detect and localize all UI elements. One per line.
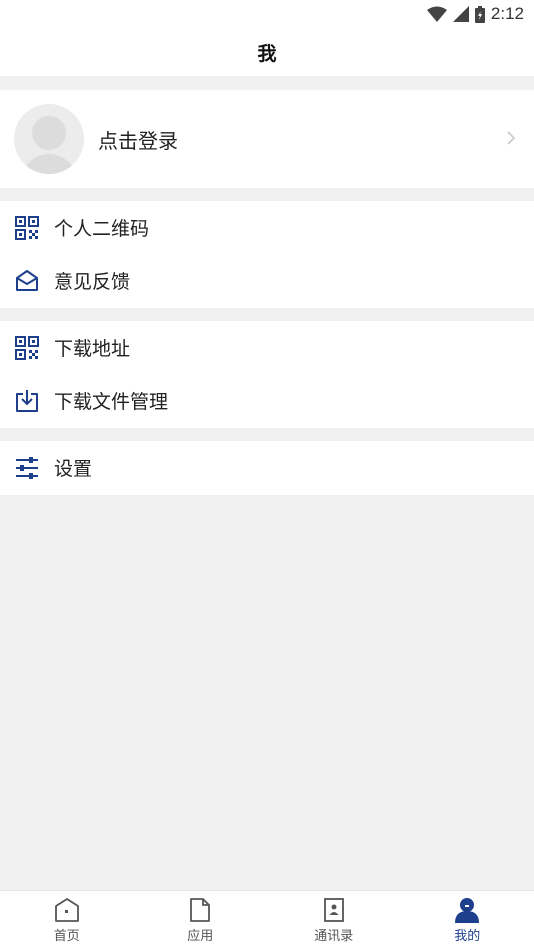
avatar: [14, 104, 84, 174]
tab-contacts[interactable]: 通讯录: [267, 891, 401, 950]
qr-code-icon: [14, 335, 40, 361]
sliders-icon: [14, 455, 40, 481]
tab-mine[interactable]: 我的: [401, 891, 534, 950]
tab-apps[interactable]: 应用: [134, 891, 268, 950]
home-icon: [54, 898, 79, 922]
chevron-right-icon: [507, 131, 516, 145]
menu-group-3: 设置: [0, 441, 534, 495]
menu-label: 设置: [54, 458, 93, 480]
tab-label: 我的: [454, 929, 481, 944]
status-time: 2:12: [490, 4, 524, 23]
menu-label: 下载地址: [54, 338, 131, 360]
tab-label: 通讯录: [314, 929, 354, 944]
menu-item-feedback[interactable]: 意见反馈: [0, 254, 534, 307]
battery-icon: [474, 5, 485, 23]
signal-icon: [452, 6, 469, 22]
menu-group-2: 下载地址 下载文件管理: [0, 321, 534, 428]
menu-label: 个人二维码: [54, 218, 150, 240]
envelope-icon: [14, 268, 40, 294]
tab-home[interactable]: 首页: [0, 891, 134, 950]
menu-item-download-address[interactable]: 下载地址: [0, 321, 534, 374]
menu-item-settings[interactable]: 设置: [0, 441, 534, 494]
status-bar: 2:12: [0, 0, 534, 28]
download-icon: [14, 388, 40, 414]
login-row[interactable]: 点击登录: [0, 90, 534, 188]
tab-label: 首页: [53, 929, 80, 944]
qr-code-icon: [14, 215, 40, 241]
menu-label: 下载文件管理: [54, 391, 169, 413]
bottom-nav: 首页 应用 通讯录 我的: [0, 890, 534, 950]
menu-label: 意见反馈: [54, 271, 131, 293]
tab-label: 应用: [187, 929, 214, 944]
menu-item-personal-qr[interactable]: 个人二维码: [0, 201, 534, 254]
title-bar: 我: [0, 28, 534, 76]
login-label: 点击登录: [98, 128, 178, 153]
wifi-icon: [426, 6, 447, 22]
page-title: 我: [257, 42, 277, 65]
menu-item-download-manager[interactable]: 下载文件管理: [0, 374, 534, 427]
user-icon: [455, 898, 480, 923]
file-icon: [190, 898, 211, 922]
contacts-icon: [323, 898, 344, 922]
menu-group-1: 个人二维码 意见反馈: [0, 201, 534, 308]
